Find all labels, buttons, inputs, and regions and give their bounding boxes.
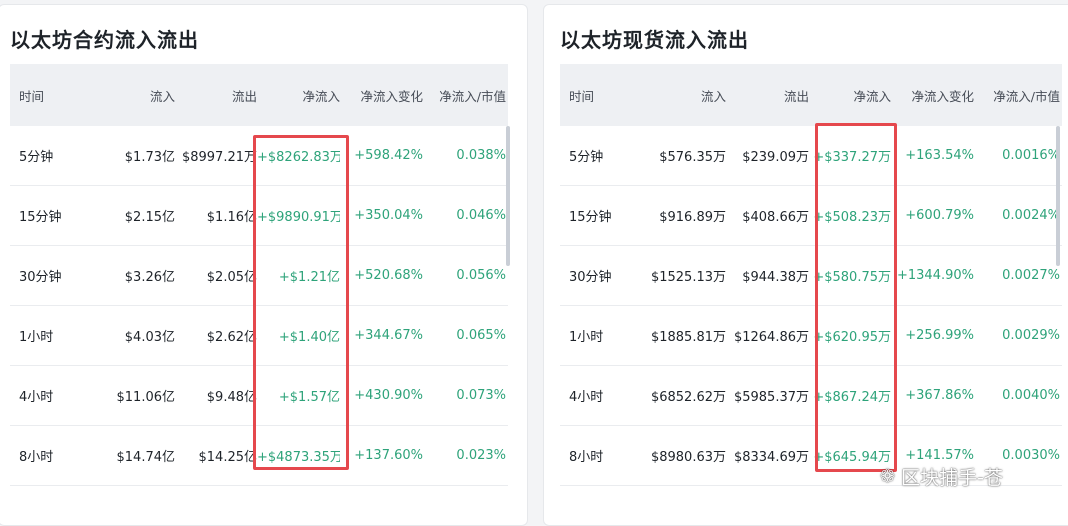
cell-inflow: $6852.62万 (650, 390, 726, 405)
cell-outflow: $14.25亿 (198, 450, 258, 465)
table-body: 5分钟 $576.35万 $239.09万 +$337.27万 +163.54% 0.00… (560, 126, 1062, 486)
cell-net-inflow-change: +600.79% (905, 208, 974, 223)
header-outflow: 流出 (783, 88, 809, 104)
cell-outflow: $2.62亿 (206, 330, 257, 345)
header-net-inflow: 净流入 (302, 88, 340, 104)
cell-inflow: $3.26亿 (124, 270, 175, 285)
cell-net-inflow-mcap: 0.0016% (1002, 148, 1060, 163)
header-net-inflow-mcap: 净流入/市值 (439, 88, 506, 104)
scrollbar[interactable] (1056, 126, 1060, 266)
cell-outflow: $944.38万 (742, 270, 809, 285)
table-header: 时间 流入 流出 净流入 净流入变化 净流入/市值 (10, 64, 508, 126)
table-row[interactable]: 1小时 $1885.81万 $1264.86万 +$620.95万 +256.99% 0.… (560, 306, 1062, 366)
scrollbar[interactable] (506, 126, 510, 266)
cell-net-inflow-mcap: 0.0024% (1002, 208, 1060, 223)
cell-time: 4小时 (569, 390, 604, 405)
cell-outflow: $2.05亿 (206, 270, 257, 285)
card-title: 以太坊合约流入流出 (10, 28, 199, 52)
net-inflow-highlight-box (815, 123, 897, 472)
spot-flow-card: 以太坊现货流入流出 时间 流入 流出 净流入 净流入变化 净流入/市值 5分钟 $576.3… (543, 4, 1068, 526)
table-row[interactable]: 15分钟 $916.89万 $408.66万 +$508.23万 +600.79% 0.0… (560, 186, 1062, 246)
cell-net-inflow-change: +137.60% (354, 448, 423, 463)
cell-time: 4小时 (19, 390, 54, 405)
cell-outflow: $1.16亿 (206, 210, 257, 225)
cell-inflow: $8980.63万 (650, 450, 726, 465)
header-inflow: 流入 (149, 88, 175, 104)
cell-inflow: $576.35万 (659, 150, 726, 165)
cell-outflow: $5985.37万 (733, 390, 809, 405)
cell-net-inflow-mcap: 0.038% (456, 148, 506, 163)
cell-net-inflow-change: +430.90% (354, 388, 423, 403)
watermark-text: 区块捕手-苍 (901, 467, 1003, 489)
header-net-inflow-mcap: 净流入/市值 (993, 88, 1060, 104)
header-net-inflow-change: 净流入变化 (360, 88, 423, 104)
cell-net-inflow-change: +367.86% (905, 388, 974, 403)
cell-inflow: $916.89万 (659, 210, 726, 225)
cell-inflow: $4.03亿 (124, 330, 175, 345)
header-outflow: 流出 (231, 88, 257, 104)
cell-outflow: $1264.86万 (733, 330, 809, 345)
cell-net-inflow-mcap: 0.0030% (1002, 448, 1060, 463)
cell-outflow: $9.48亿 (206, 390, 257, 405)
header-time: 时间 (569, 88, 595, 104)
cell-net-inflow-change: +163.54% (905, 148, 974, 163)
cell-time: 5分钟 (569, 150, 604, 165)
wechat-icon: ❁ (880, 466, 896, 487)
cell-outflow: $8334.69万 (733, 450, 809, 465)
cell-net-inflow-mcap: 0.056% (456, 268, 506, 283)
cell-inflow: $1525.13万 (650, 270, 726, 285)
cell-net-inflow-change: +141.57% (905, 448, 974, 463)
table-row[interactable]: 5分钟 $576.35万 $239.09万 +$337.27万 +163.54% 0.00… (560, 126, 1062, 186)
cell-inflow: $2.15亿 (124, 210, 175, 225)
header-net-inflow-change: 净流入变化 (911, 88, 974, 104)
net-inflow-highlight-box (253, 135, 349, 470)
cell-time: 15分钟 (569, 210, 612, 225)
cell-time: 30分钟 (19, 270, 62, 285)
cell-net-inflow-mcap: 0.0040% (1002, 388, 1060, 403)
card-title: 以太坊现货流入流出 (560, 28, 749, 52)
cell-net-inflow-change: +344.67% (354, 328, 423, 343)
cell-time: 1小时 (569, 330, 604, 345)
cell-inflow: $1.73亿 (124, 150, 175, 165)
cell-net-inflow-mcap: 0.0029% (1002, 328, 1060, 343)
table-header: 时间 流入 流出 净流入 净流入变化 净流入/市值 (560, 64, 1062, 126)
cell-net-inflow-change: +598.42% (354, 148, 423, 163)
cell-inflow: $14.74亿 (116, 450, 176, 465)
cell-time: 1小时 (19, 330, 54, 345)
header-time: 时间 (19, 88, 45, 104)
cell-net-inflow-mcap: 0.073% (456, 388, 506, 403)
cell-net-inflow-change: +256.99% (905, 328, 974, 343)
table-row[interactable]: 30分钟 $1525.13万 $944.38万 +$580.75万 +1344.90% 0… (560, 246, 1062, 306)
cell-outflow: $408.66万 (742, 210, 809, 225)
cell-net-inflow-mcap: 0.0027% (1002, 268, 1060, 283)
cell-time: 8小时 (569, 450, 604, 465)
cell-net-inflow-mcap: 0.046% (456, 208, 506, 223)
cell-net-inflow-mcap: 0.023% (456, 448, 506, 463)
table-row[interactable]: 4小时 $6852.62万 $5985.37万 +$867.24万 +367.86% 0.… (560, 366, 1062, 426)
cell-time: 8小时 (19, 450, 54, 465)
header-inflow: 流入 (700, 88, 726, 104)
spot-flow-table: 时间 流入 流出 净流入 净流入变化 净流入/市值 5分钟 $576.35万 $239.09万… (560, 64, 1062, 486)
cell-time: 5分钟 (19, 150, 54, 165)
cell-outflow: $8997.21万 (181, 150, 257, 165)
cell-net-inflow-mcap: 0.065% (456, 328, 506, 343)
cell-time: 15分钟 (19, 210, 62, 225)
cell-outflow: $239.09万 (742, 150, 809, 165)
cell-inflow: $11.06亿 (116, 390, 176, 405)
header-net-inflow: 净流入 (853, 88, 891, 104)
cell-inflow: $1885.81万 (650, 330, 726, 345)
cell-net-inflow-change: +350.04% (354, 208, 423, 223)
cell-time: 30分钟 (569, 270, 612, 285)
watermark: ❁ 区块捕手-苍 (880, 463, 1003, 490)
cell-net-inflow-change: +1344.90% (896, 268, 974, 283)
cell-net-inflow-change: +520.68% (354, 268, 423, 283)
